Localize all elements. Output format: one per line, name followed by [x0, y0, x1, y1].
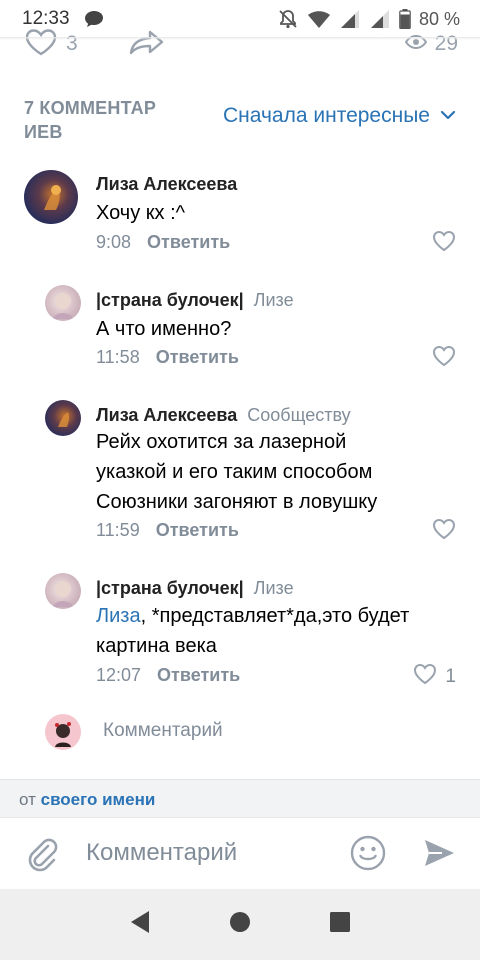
user-avatar: [45, 714, 81, 750]
share-button[interactable]: [128, 29, 166, 60]
battery-percent: 80 %: [418, 8, 460, 29]
sender-label: от своего имени: [19, 790, 156, 809]
sort-label: Сначала интересные: [223, 104, 430, 127]
comment-author[interactable]: |страна булочек| Лизе: [96, 290, 294, 311]
emoji-icon[interactable]: [350, 835, 386, 876]
recents-icon[interactable]: [329, 911, 351, 938]
mute-icon: [277, 8, 299, 30]
comment-like-button[interactable]: [432, 230, 456, 257]
comment: |страна булочек| Лизе Лиза, *представляет…: [0, 570, 480, 700]
avatar-art-icon: [44, 185, 61, 210]
comment-text: Лиза, *представляет*да,это будет картина…: [96, 605, 410, 657]
comment: |страна булочек| Лизе А что именно? 11:58…: [0, 282, 480, 382]
comment-like-button[interactable]: [432, 345, 456, 372]
signal-icon: [339, 9, 361, 29]
reply-button[interactable]: Ответить: [147, 232, 230, 253]
comments-header: 7 КОММЕНТАР ИЕВ Сначала интересные: [24, 94, 456, 144]
reply-to-label: Лизе: [253, 290, 294, 310]
comment-time: 11:59: [96, 520, 140, 540]
header-shadow: [0, 37, 480, 40]
avatar-art-icon: [53, 293, 73, 319]
comment-author[interactable]: Лиза Алексеева Сообществу: [96, 405, 351, 426]
battery-icon: [399, 9, 411, 29]
heart-icon: [432, 230, 456, 257]
reply-button[interactable]: Ответить: [156, 347, 239, 368]
signal-icon-2: [369, 9, 391, 29]
avatar[interactable]: [45, 285, 81, 321]
avatar-art-icon: [58, 412, 70, 427]
avatar-art-icon: [55, 722, 71, 747]
post-like-button[interactable]: 3: [24, 28, 78, 61]
avatar[interactable]: [45, 573, 81, 609]
views-counter: 29: [404, 32, 458, 56]
comment: Лиза Алексеева Хочу кх :^ 9:08 Ответить: [0, 166, 480, 266]
comment-author[interactable]: Лиза Алексеева: [96, 174, 237, 195]
comment-text: Хочу кх :^: [96, 202, 186, 224]
comment-time: 11:58: [96, 347, 140, 367]
heart-icon: [432, 518, 456, 545]
reply-to-label: Сообществу: [247, 405, 351, 425]
sender-name[interactable]: своего имени: [41, 790, 156, 809]
comment-input[interactable]: Комментарий: [86, 839, 237, 867]
avatar[interactable]: [45, 400, 81, 436]
comment-meta: 12:07 Ответить: [96, 665, 240, 686]
post-reactions: 3 29: [0, 28, 480, 60]
reply-button[interactable]: Ответить: [157, 665, 240, 686]
reply-to-label: Лизе: [253, 578, 294, 598]
inline-comment-placeholder: Комментарий: [103, 720, 223, 741]
attach-icon[interactable]: [24, 836, 60, 877]
heart-icon: [413, 663, 437, 690]
comment: Лиза Алексеева Сообществу Рейх охотится з…: [0, 397, 480, 557]
comment-time: 12:07: [96, 665, 142, 685]
heart-icon: [432, 345, 456, 372]
chevron-down-icon: [440, 107, 456, 125]
home-icon[interactable]: [229, 911, 251, 938]
comment-meta: 9:08 Ответить: [96, 232, 230, 253]
sender-selector[interactable]: от своего имени: [0, 779, 480, 817]
views-count: 29: [434, 32, 458, 55]
sort-dropdown[interactable]: Сначала интересные: [223, 104, 456, 128]
comment-like-button[interactable]: [432, 518, 456, 545]
share-icon: [128, 29, 166, 60]
comment-text: А что именно?: [96, 318, 232, 340]
back-icon[interactable]: [129, 910, 151, 939]
reply-button[interactable]: Ответить: [156, 520, 239, 541]
heart-icon: [24, 28, 58, 61]
avatar-art-icon: [53, 581, 73, 607]
wifi-icon: [307, 9, 331, 29]
comment-like-button[interactable]: 1: [413, 663, 456, 690]
comment-meta: 11:58 Ответить: [96, 347, 239, 368]
message-notification-icon: [84, 10, 104, 28]
avatar[interactable]: [24, 170, 78, 224]
post-like-count: 3: [66, 32, 78, 55]
system-nav-bar: [0, 889, 480, 960]
comments-count: 7 КОММЕНТАР ИЕВ: [24, 98, 157, 142]
comment-like-count: 1: [445, 665, 456, 687]
inline-comment-composer[interactable]: Комментарий: [0, 710, 480, 754]
comment-meta: 11:59 Ответить: [96, 520, 239, 541]
comment-composer: Комментарий: [0, 817, 480, 889]
mention-link[interactable]: Лиза: [96, 605, 141, 627]
comment-text: Рейх охотится за лазерной указкой и его …: [96, 431, 378, 513]
comment-time: 9:08: [96, 232, 132, 252]
comment-author[interactable]: |страна булочек| Лизе: [96, 578, 294, 599]
send-icon[interactable]: [422, 836, 456, 875]
